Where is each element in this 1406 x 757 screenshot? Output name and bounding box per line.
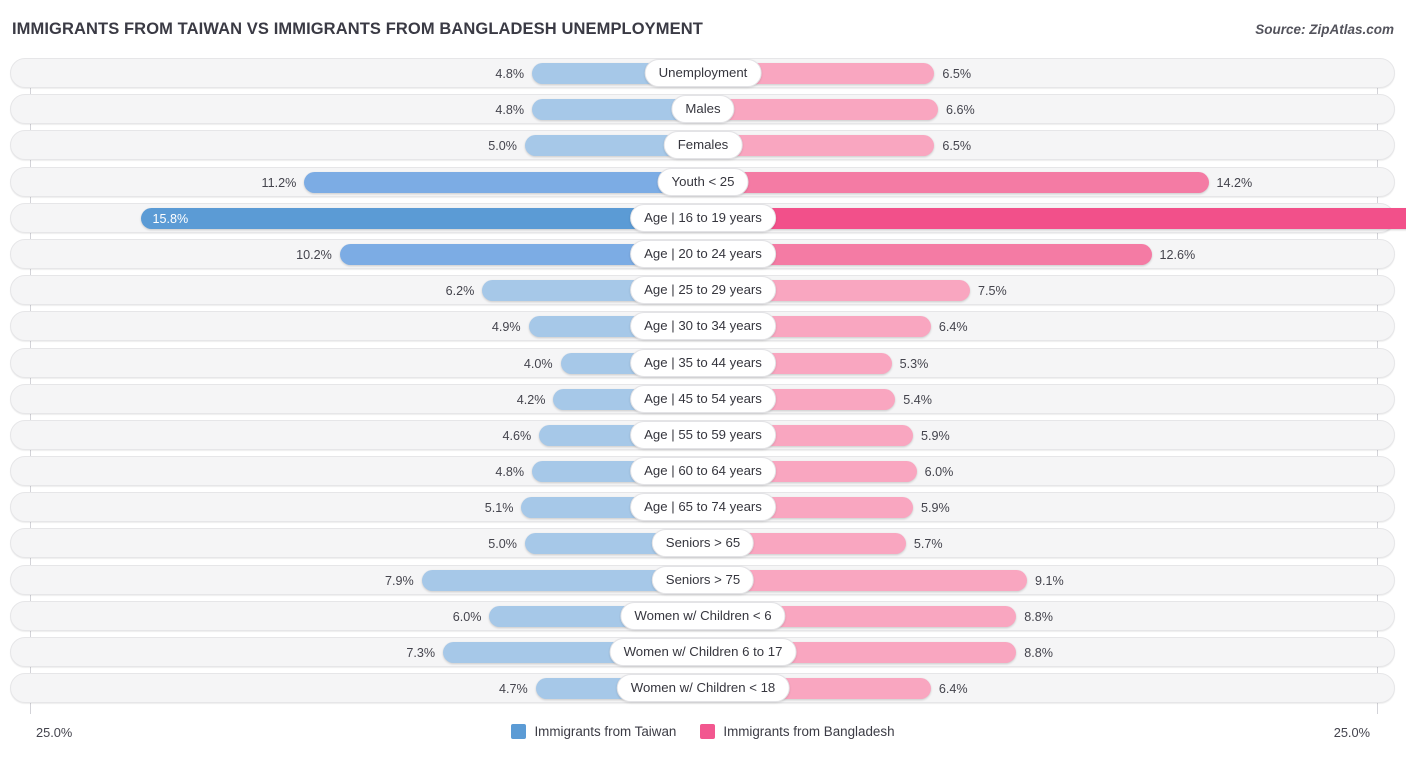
value-label-right: 6.5%	[942, 139, 972, 154]
value-label-left: 5.0%	[488, 139, 517, 154]
bar-row: 5.0% 6.5% Females	[0, 128, 1406, 164]
bar-row: 7.9% 9.1% Seniors > 75	[0, 563, 1406, 599]
bar-row: 4.6% 5.9% Age | 55 to 59 years	[0, 418, 1406, 454]
row-category-label: Age | 30 to 34 years	[630, 312, 776, 341]
value-label-right: 6.0%	[924, 465, 954, 480]
value-label-left: 4.2%	[516, 392, 546, 407]
bar-row: 4.0% 5.3% Age | 35 to 44 years	[0, 346, 1406, 382]
bar-row: 4.7% 6.4% Women w/ Children < 18	[0, 671, 1406, 707]
bar-right-bangladesh	[703, 171, 1209, 193]
value-label-right: 5.4%	[903, 392, 932, 407]
row-category-label: Age | 16 to 19 years	[630, 203, 776, 232]
row-category-label: Seniors > 65	[651, 529, 755, 558]
legend-item[interactable]: Immigrants from Taiwan	[511, 724, 676, 739]
value-label-right: 6.6%	[945, 103, 975, 118]
legend-swatch-icon	[700, 724, 716, 739]
bar-rows-container: 4.8% 6.5% Unemployment 4.8% 6.6% Males 5.0% 6.5…	[0, 56, 1406, 707]
axis-label-right: 25.0%	[1333, 725, 1370, 740]
value-label-right: 6.4%	[938, 320, 968, 335]
row-category-label: Women w/ Children < 6	[620, 601, 786, 630]
row-category-label: Age | 20 to 24 years	[630, 239, 776, 268]
value-label-left: 5.1%	[484, 501, 514, 516]
row-category-label: Age | 25 to 29 years	[630, 276, 776, 305]
value-label-left: 10.2%	[296, 247, 332, 262]
row-category-label: Males	[671, 95, 735, 124]
chart-plot-area: 4.8% 6.5% Unemployment 4.8% 6.6% Males 5.0% 6.5…	[0, 56, 1406, 716]
page-title: IMMIGRANTS FROM TAIWAN VS IMMIGRANTS FRO…	[12, 20, 703, 38]
row-category-label: Females	[663, 131, 743, 160]
bar-row: 10.2% 12.6% Age | 20 to 24 years	[0, 237, 1406, 273]
value-label-left: 4.8%	[495, 465, 525, 480]
value-label-left: 7.3%	[406, 646, 436, 660]
bar-row: 4.8% 6.0% Age | 60 to 64 years	[0, 454, 1406, 490]
value-label-right: 7.5%	[978, 284, 1007, 299]
value-label-right: 9.1%	[1034, 573, 1064, 588]
bar-left-taiwan	[140, 207, 703, 229]
value-label-left: 6.2%	[445, 284, 475, 299]
row-category-label: Youth < 25	[657, 167, 749, 196]
bar-row: 15.8%21.5%Age | 16 to 19 years	[0, 201, 1406, 237]
chart-footer: 25.0% Immigrants from Taiwan Immigrants f…	[0, 716, 1406, 757]
bar-row: 4.8% 6.5% Unemployment	[0, 56, 1406, 92]
legend-item[interactable]: Immigrants from Bangladesh	[700, 724, 895, 739]
row-category-label: Seniors > 75	[651, 565, 755, 594]
value-label-left: 6.0%	[452, 609, 482, 624]
bar-row: 4.9% 6.4% Age | 30 to 34 years	[0, 309, 1406, 345]
row-category-label: Unemployment	[644, 59, 762, 87]
value-label-left: 5.0%	[488, 537, 517, 552]
bar-row: 11.2% 14.2% Youth < 25	[0, 165, 1406, 201]
row-category-label: Women w/ Children < 18	[616, 674, 790, 703]
row-category-label: Age | 35 to 44 years	[630, 348, 776, 377]
source-attribution: Source: ZipAtlas.com	[1255, 22, 1394, 37]
bar-row: 6.0% 8.8% Women w/ Children < 6	[0, 599, 1406, 635]
legend-label: Immigrants from Taiwan	[534, 724, 677, 739]
value-label-left: 4.7%	[498, 682, 528, 697]
bar-row: 6.2% 7.5% Age | 25 to 29 years	[0, 273, 1406, 309]
row-category-label: Women w/ Children 6 to 17	[609, 638, 797, 666]
bar-row: 5.1% 5.9% Age | 65 to 74 years	[0, 490, 1406, 526]
value-label-right: 6.4%	[938, 682, 968, 697]
value-label-right: 8.8%	[1024, 646, 1053, 660]
value-label-right: 5.9%	[921, 428, 950, 443]
value-label-left: 15.8%	[152, 211, 189, 226]
chart-legend: Immigrants from Taiwan Immigrants from Ba…	[0, 724, 1406, 739]
value-label-left: 11.2%	[261, 175, 297, 190]
chart-header: IMMIGRANTS FROM TAIWAN VS IMMIGRANTS FRO…	[0, 0, 1406, 56]
value-label-left: 4.8%	[495, 103, 525, 118]
value-label-right: 5.7%	[913, 537, 943, 552]
bar-row: 4.2% 5.4% Age | 45 to 54 years	[0, 382, 1406, 418]
value-label-right: 6.5%	[942, 67, 972, 81]
row-category-label: Age | 60 to 64 years	[630, 457, 776, 486]
value-label-right: 14.2%	[1216, 175, 1253, 190]
value-label-left: 7.9%	[385, 573, 414, 588]
bar-right-bangladesh	[703, 207, 1406, 229]
bar-right-bangladesh	[703, 99, 938, 121]
value-label-left: 4.6%	[502, 428, 532, 443]
bar-left-taiwan	[304, 171, 703, 193]
legend-swatch-icon	[511, 724, 527, 739]
value-label-left: 4.8%	[495, 67, 525, 81]
value-label-left: 4.0%	[523, 356, 553, 371]
bar-row: 4.8% 6.6% Males	[0, 92, 1406, 128]
value-label-right: 5.9%	[921, 501, 950, 516]
row-category-label: Age | 55 to 59 years	[630, 420, 776, 449]
value-label-left: 4.9%	[491, 320, 521, 335]
row-category-label: Age | 65 to 74 years	[630, 493, 776, 522]
value-label-right: 12.6%	[1159, 247, 1196, 262]
bar-row: 7.3% 8.8% Women w/ Children 6 to 17	[0, 635, 1406, 671]
value-label-right: 5.3%	[899, 356, 929, 371]
value-label-right: 8.8%	[1024, 609, 1053, 624]
bar-row: 5.0% 5.7% Seniors > 65	[0, 526, 1406, 562]
legend-label: Immigrants from Bangladesh	[723, 724, 895, 739]
row-category-label: Age | 45 to 54 years	[630, 384, 776, 413]
